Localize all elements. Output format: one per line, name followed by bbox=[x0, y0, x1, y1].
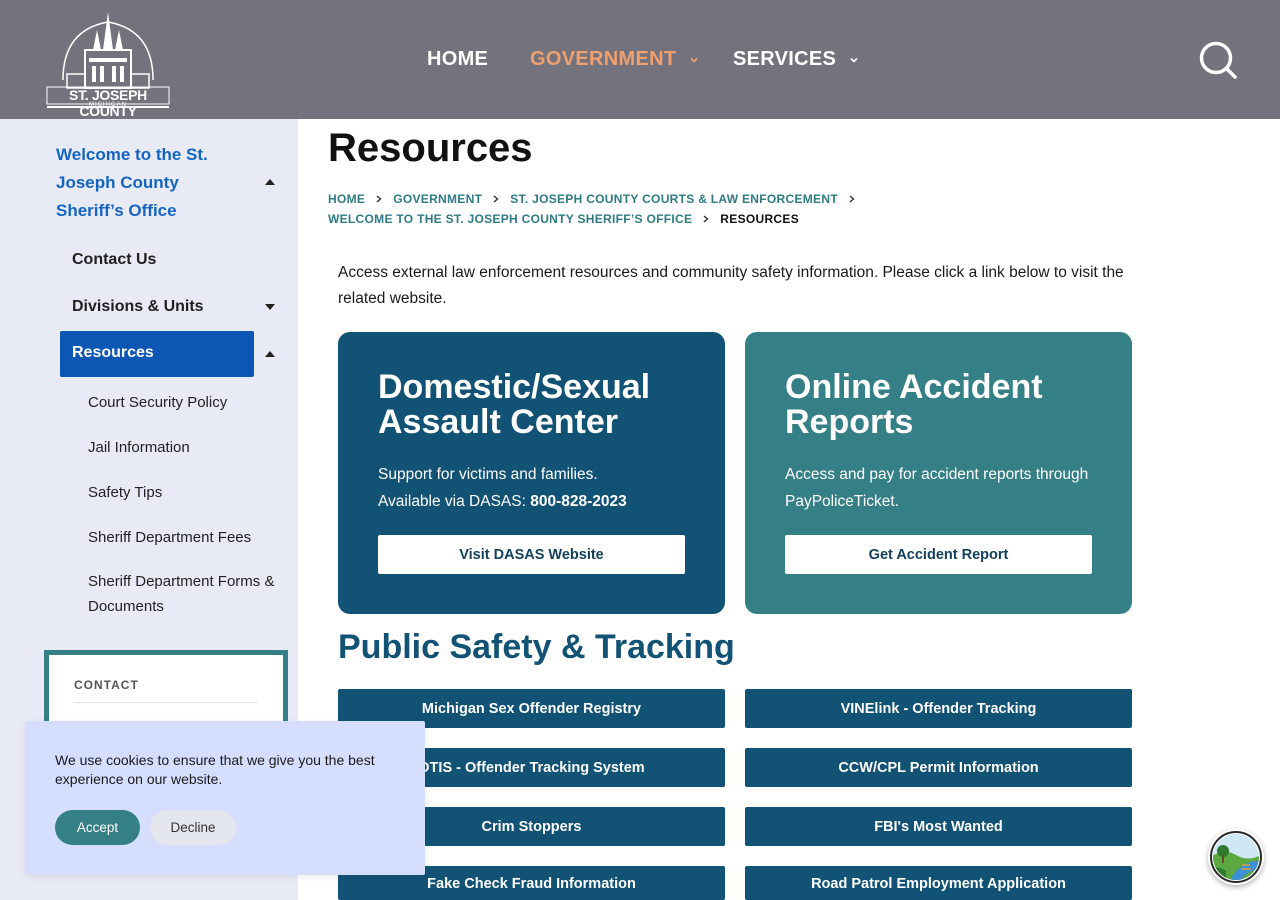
sidebar-subitem-safety-tips[interactable]: Safety Tips bbox=[88, 480, 162, 505]
page-title: Resources bbox=[328, 126, 533, 170]
accident-card-title: Online Accident Reports bbox=[785, 368, 1043, 441]
nav-home-label: HOME bbox=[427, 48, 489, 70]
sidebar-item-resources-label: Resources bbox=[72, 344, 154, 361]
link-fbi-most-wanted[interactable]: FBI's Most Wanted bbox=[745, 807, 1132, 846]
dasas-line-1: Support for victims and families. bbox=[378, 466, 598, 483]
nav-services-label: SERVICES bbox=[733, 48, 837, 70]
breadcrumb-home[interactable]: HOME bbox=[328, 192, 365, 206]
sidebar-item-resources[interactable]: Resources bbox=[60, 331, 254, 377]
dasas-card-title: Domestic/Sexual Assault Center bbox=[378, 368, 651, 441]
sidebar-item-divisions-units[interactable]: Divisions & Units bbox=[72, 298, 204, 316]
collapse-caret-icon[interactable] bbox=[265, 179, 275, 185]
site-header: ST. JOSEPH COUNTY MICHIGAN HOME GOVERNME… bbox=[0, 0, 1280, 119]
cookie-accept-button[interactable]: Accept bbox=[55, 810, 140, 845]
sidebar-heading-link[interactable]: Welcome to the St. Joseph County Sheriff… bbox=[56, 141, 226, 225]
accident-card-text: Access and pay for accident reports thro… bbox=[785, 466, 1089, 510]
breadcrumb-government[interactable]: GOVERNMENT bbox=[393, 192, 482, 206]
link-vinelink[interactable]: VINElink - Offender Tracking bbox=[745, 689, 1132, 728]
search-button[interactable] bbox=[1198, 40, 1238, 80]
accident-reports-card: Online Accident Reports Access and pay f… bbox=[745, 332, 1132, 614]
accessibility-widget-icon bbox=[1210, 831, 1262, 883]
cookie-decline-button[interactable]: Decline bbox=[150, 810, 236, 845]
breadcrumb: HOME GOVERNMENT ST. JOSEPH COUNTY COURTS &… bbox=[328, 192, 866, 206]
chevron-down-icon bbox=[850, 57, 858, 63]
nav-services[interactable]: SERVICES bbox=[733, 48, 860, 71]
visit-dasas-button[interactable]: Visit DASAS Website bbox=[378, 535, 685, 574]
get-accident-report-button[interactable]: Get Accident Report bbox=[785, 535, 1092, 574]
chevron-down-icon bbox=[690, 57, 698, 63]
dasas-card-text: Support for victims and families. Availab… bbox=[378, 461, 698, 515]
nav-government[interactable]: GOVERNMENT bbox=[530, 48, 700, 71]
sidebar-subitem-court-security[interactable]: Court Security Policy bbox=[88, 390, 227, 415]
county-logo[interactable]: ST. JOSEPH COUNTY MICHIGAN bbox=[45, 10, 171, 119]
cookie-message: We use cookies to ensure that we give yo… bbox=[55, 752, 375, 787]
chevron-right-icon bbox=[849, 195, 855, 203]
breadcrumb-courts[interactable]: ST. JOSEPH COUNTY COURTS & LAW ENFORCEME… bbox=[510, 192, 838, 206]
sidebar-subitem-department-fees[interactable]: Sheriff Department Fees bbox=[88, 525, 251, 550]
link-road-patrol-application[interactable]: Road Patrol Employment Application bbox=[745, 866, 1132, 900]
collapse-caret-icon[interactable] bbox=[265, 351, 275, 357]
breadcrumb-line-2: WELCOME TO THE ST. JOSEPH COUNTY SHERIFF… bbox=[328, 212, 799, 226]
section-title: Public Safety & Tracking bbox=[338, 628, 735, 666]
cookie-banner: We use cookies to ensure that we give yo… bbox=[25, 721, 425, 875]
search-icon bbox=[1199, 41, 1237, 79]
sidebar-subitem-jail-information[interactable]: Jail Information bbox=[88, 435, 190, 460]
dasas-phone: 800-828-2023 bbox=[530, 493, 627, 510]
accessibility-widget-button[interactable] bbox=[1208, 829, 1264, 885]
breadcrumb-sheriffs-office[interactable]: WELCOME TO THE ST. JOSEPH COUNTY SHERIFF… bbox=[328, 212, 692, 226]
chevron-right-icon bbox=[376, 195, 382, 203]
dasas-line-2: Available via DASAS: bbox=[378, 493, 531, 510]
nav-government-label: GOVERNMENT bbox=[530, 48, 677, 70]
chevron-right-icon bbox=[703, 215, 709, 223]
nav-home[interactable]: HOME bbox=[427, 48, 488, 71]
sidebar-subitem-forms-documents[interactable]: Sheriff Department Forms & Documents bbox=[88, 569, 283, 619]
sidebar-item-contact-us[interactable]: Contact Us bbox=[72, 251, 156, 269]
contact-label: CONTACT bbox=[74, 678, 139, 692]
breadcrumb-current: RESOURCES bbox=[720, 212, 800, 226]
divider bbox=[74, 702, 258, 703]
dasas-card: Domestic/Sexual Assault Center Support f… bbox=[338, 332, 725, 614]
expand-caret-icon[interactable] bbox=[265, 304, 275, 310]
link-ccw-cpl[interactable]: CCW/CPL Permit Information bbox=[745, 748, 1132, 787]
logo-subtext: MICHIGAN bbox=[89, 102, 127, 108]
chevron-right-icon bbox=[493, 195, 499, 203]
intro-text: Access external law enforcement resource… bbox=[338, 264, 1124, 307]
